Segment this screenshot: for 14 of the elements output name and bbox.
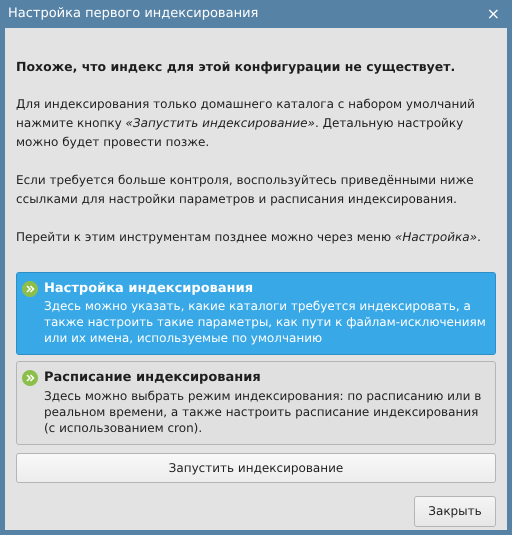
paragraph: Для индексирования только домашнего каталога с набором умолчаний нажмите кнопку «Запустить индексирование». Детальную настройку можно будет провести позже. bbox=[16, 96, 476, 151]
double-chevron-icon bbox=[22, 370, 38, 386]
heading: Похоже, что индекс для этой конфигурации не существует. bbox=[16, 58, 456, 76]
double-chevron-icon bbox=[22, 280, 38, 297]
close-button[interactable]: Закрыть bbox=[414, 496, 496, 527]
link-title: Настройка индексирования bbox=[44, 280, 254, 298]
link-title: Расписание индексирования bbox=[44, 369, 262, 388]
link-description: Здесь можно указать, какие каталоги требуется индексировать, а также настроить такие параметры, как пути к файлам-исключениям или их имена, используемые по умолчанию bbox=[44, 298, 487, 346]
paragraph: Перейти к этим инструментам позднее можно через меню «Настройка». bbox=[16, 228, 482, 246]
start-indexing-button[interactable]: Запустить индексирование bbox=[16, 452, 496, 483]
command-link[interactable]: Расписание индексирования Здесь можно выбрать режим индексирования: по расписанию или в реальном времени, а также настроить расписание индексирования (с использованием cron). bbox=[16, 361, 496, 445]
window-title: Настройка первого индексирования bbox=[8, 5, 258, 24]
paragraph: Если требуется больше контроля, воспользуйтесь приведёнными ниже ссылками для настройки параметров и расписания индексирования. bbox=[16, 172, 475, 208]
link-description: Здесь можно выбрать режим индексирования: по расписанию или в реальном времени, а также настроить расписание индексирования (с использованием cron). bbox=[44, 388, 482, 436]
